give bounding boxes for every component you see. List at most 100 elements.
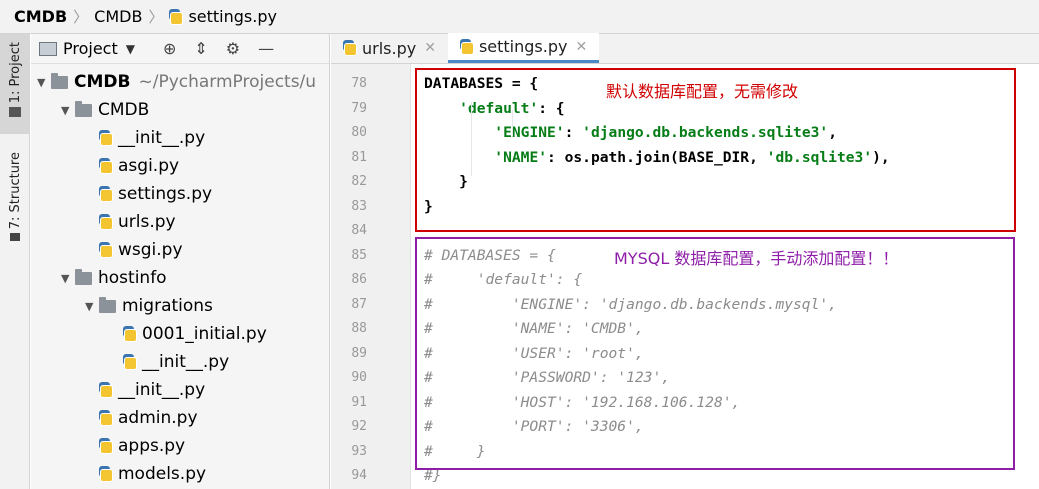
line-number: 79: [351, 100, 367, 116]
line-number: 78: [351, 76, 367, 91]
tab-settings[interactable]: settings.py ✕: [447, 33, 600, 63]
breadcrumb-separator: 〉: [148, 8, 164, 26]
line-number: 91: [351, 394, 367, 410]
tree-folder[interactable]: ▼ hostinfo: [31, 264, 329, 292]
tree-item-label: __init__.py: [142, 352, 230, 372]
tree-item-label: apps.py: [118, 436, 186, 456]
python-file-icon: [99, 158, 113, 174]
tree-item-label: hostinfo: [98, 268, 167, 288]
folder-icon: [75, 100, 92, 117]
gear-icon[interactable]: ⚙: [226, 39, 240, 58]
project-panel-title[interactable]: Project: [63, 39, 118, 58]
python-file-icon: [343, 40, 357, 56]
tree-item-label: 0001_initial.py: [142, 324, 267, 344]
tree-file[interactable]: settings.py: [31, 180, 329, 208]
folder-icon: [75, 268, 92, 285]
line-number: 84: [351, 223, 367, 238]
tree-item-label: CMDB: [98, 100, 150, 120]
project-tool-tab-label: 1: Project: [7, 42, 23, 104]
expand-arrow-icon[interactable]: ▼: [61, 104, 75, 117]
tree-file[interactable]: __init__.py: [31, 348, 329, 376]
breadcrumb: CMDB 〉 CMDB 〉 settings.py: [0, 0, 1039, 34]
tab-label: urls.py: [362, 38, 417, 58]
project-tool-tab[interactable]: 1: Project: [0, 34, 30, 134]
tree-item-label: urls.py: [118, 212, 176, 232]
line-number: 81: [351, 149, 367, 165]
tree-file[interactable]: __init__.py: [31, 376, 329, 404]
expand-arrow-icon[interactable]: ▼: [61, 272, 75, 285]
tree-item-path: ~/PycharmProjects/u: [138, 72, 317, 92]
folder-icon: [9, 107, 21, 118]
tree-item-label: migrations: [122, 296, 213, 316]
breadcrumb-root[interactable]: CMDB: [14, 7, 67, 26]
project-panel-header: Project ▼ ⊕ ⇕ ⚙ —: [31, 34, 329, 64]
project-tree: ▼ CMDB ~/PycharmProjects/u ▼ CMDB __init__.py…: [31, 64, 329, 488]
hide-icon[interactable]: —: [258, 39, 274, 58]
python-file-icon: [99, 242, 113, 258]
breadcrumb-separator: 〉: [73, 8, 89, 26]
breadcrumb-file[interactable]: settings.py: [169, 7, 277, 26]
folder-icon: [51, 72, 68, 89]
tab-label: settings.py: [478, 37, 568, 56]
close-icon[interactable]: ✕: [424, 40, 436, 56]
line-number: 88: [351, 321, 367, 336]
tree-file[interactable]: models.py: [31, 460, 329, 488]
python-file-icon: [99, 438, 113, 454]
python-file-icon: [99, 382, 113, 398]
expand-arrow-icon[interactable]: ▼: [85, 300, 99, 313]
breadcrumb-folder[interactable]: CMDB: [94, 7, 142, 26]
locate-icon[interactable]: ⊕: [163, 39, 176, 58]
expand-arrow-icon[interactable]: ▼: [37, 76, 51, 89]
line-number: 93: [351, 443, 367, 459]
line-number-gutter: 78⊟79⊟808182⊟83⊟8485⊟868788899091929394: [331, 64, 418, 489]
line-number: 89: [351, 345, 367, 361]
tree-file[interactable]: wsgi.py: [31, 236, 329, 264]
line-number: 85: [351, 247, 367, 263]
tree-item-label: __init__.py: [118, 380, 206, 400]
python-file-icon: [123, 326, 137, 342]
tree-file[interactable]: admin.py: [31, 404, 329, 432]
python-file-icon: [169, 8, 184, 25]
project-view-icon: [39, 41, 57, 56]
breadcrumb-file-label: settings.py: [188, 7, 277, 26]
tree-folder[interactable]: ▼ CMDB: [31, 96, 329, 124]
editor-tabs: urls.py ✕ settings.py ✕: [331, 33, 1039, 64]
close-icon[interactable]: ✕: [575, 39, 587, 55]
python-file-icon: [99, 214, 113, 230]
python-file-icon: [99, 410, 113, 426]
left-tool-strip: 1: Project 7: Structure: [0, 34, 30, 489]
tree-item-label: settings.py: [118, 184, 213, 204]
tree-file[interactable]: asgi.py: [31, 152, 329, 180]
line-number: 94: [351, 468, 367, 483]
tree-file[interactable]: 0001_initial.py: [31, 320, 329, 348]
tree-folder[interactable]: ▼ migrations: [31, 292, 329, 320]
line-number: 90: [351, 370, 367, 385]
line-number: 92: [351, 419, 367, 434]
tree-file[interactable]: urls.py: [31, 208, 329, 236]
tree-item-label: CMDB: [74, 72, 131, 92]
tree-folder[interactable]: ▼ CMDB ~/PycharmProjects/u: [31, 68, 329, 96]
line-number: 87: [351, 296, 367, 312]
tree-file[interactable]: __init__.py: [31, 124, 329, 152]
python-file-icon: [123, 354, 137, 370]
mysql-config-highlight-box: [415, 237, 1015, 470]
structure-tool-tab[interactable]: 7: Structure: [0, 152, 30, 262]
python-file-icon: [99, 186, 113, 202]
tree-item-label: admin.py: [118, 408, 198, 428]
sqlite-config-annotation: 默认数据库配置，无需修改: [606, 82, 799, 101]
folder-icon: [99, 296, 116, 313]
chevron-down-icon[interactable]: ▼: [126, 42, 135, 56]
tab-urls[interactable]: urls.py ✕: [331, 33, 448, 63]
tree-item-label: wsgi.py: [118, 240, 183, 260]
mysql-config-annotation: MYSQL 数据库配置，手动添加配置！！: [614, 249, 899, 268]
tree-item-label: __init__.py: [118, 128, 206, 148]
python-file-icon: [99, 130, 113, 146]
python-file-icon: [99, 466, 113, 482]
structure-icon: [10, 233, 20, 242]
line-number: 86: [351, 272, 367, 287]
line-number: 80: [351, 125, 367, 140]
tree-file[interactable]: apps.py: [31, 432, 329, 460]
tree-item-label: asgi.py: [118, 156, 180, 176]
collapse-all-icon[interactable]: ⇕: [194, 39, 207, 58]
structure-tool-tab-label: 7: Structure: [7, 152, 23, 230]
